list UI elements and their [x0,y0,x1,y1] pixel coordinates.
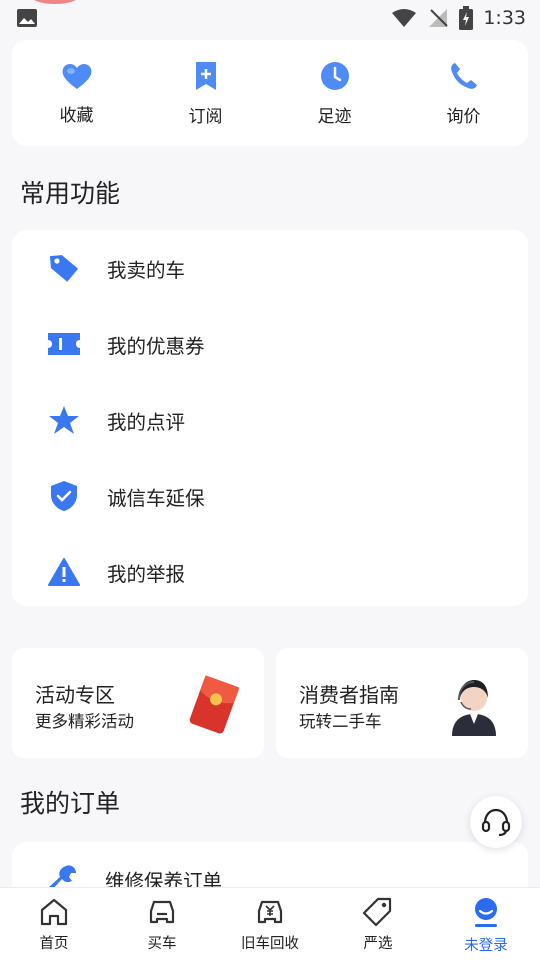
image-icon [17,9,37,27]
bottom-navigation: 首页 买车 旧车回收 严选 未登录 [0,887,540,960]
list-item-label: 我卖的车 [107,258,186,282]
list-item-label: 我的优惠券 [107,334,205,358]
customer-service-button[interactable] [470,796,522,848]
quick-actions-card: 收藏 订阅 足迹 询价 [12,40,528,146]
battery-charging-icon [459,6,474,30]
nav-label: 未登录 [464,938,508,954]
nav-profile[interactable]: 未登录 [432,888,540,955]
car-icon [149,900,175,924]
phone-icon [450,62,477,89]
quick-history[interactable]: 足迹 [280,60,390,127]
quick-label: 订阅 [188,106,223,127]
quick-label: 收藏 [59,105,94,126]
section-title-common: 常用功能 [20,179,121,208]
nav-selected[interactable]: 严选 [324,888,432,953]
list-item-label: 诚信车延保 [107,486,205,510]
nav-home[interactable]: 首页 [0,888,108,953]
quick-label: 询价 [446,106,481,127]
clock-time: 1:33 [483,7,526,29]
nav-label: 买车 [147,936,177,952]
list-item-reviews[interactable]: 我的点评 [12,382,528,458]
section-title-orders: 我的订单 [20,789,121,818]
quick-label: 足迹 [317,106,352,127]
bookmark-plus-icon [195,61,216,90]
promo-card-consumer-guide[interactable]: 消费者指南 玩转二手车 [276,648,528,758]
promo-subtitle: 玩转二手车 [299,712,382,731]
customer-service-avatar [452,680,496,736]
quick-subscribe[interactable]: 订阅 [151,60,261,127]
nav-label: 旧车回收 [241,936,299,952]
list-item-label: 我的点评 [107,410,186,434]
home-icon [40,898,68,926]
heart-icon [62,63,91,89]
car-recycle-icon [257,900,283,924]
quick-favorites[interactable]: 收藏 [22,61,132,126]
list-item-coupons[interactable]: 我的优惠券 [12,306,528,382]
headset-icon [481,808,511,837]
list-item-extended-warranty[interactable]: 诚信车延保 [12,458,528,534]
warning-icon [48,558,80,586]
nav-label: 首页 [39,936,69,952]
star-icon [49,406,79,434]
nav-car-recycle[interactable]: 旧车回收 [216,888,324,953]
list-item-report[interactable]: 我的举报 [12,534,528,610]
promo-subtitle: 更多精彩活动 [35,712,134,731]
quick-inquiry[interactable]: 询价 [409,60,519,127]
promo-title: 消费者指南 [299,683,399,707]
promo-card-activities[interactable]: 活动专区 更多精彩活动 [12,648,264,758]
nav-label: 严选 [363,936,393,952]
no-signal-icon [429,9,449,27]
clock-icon [320,61,349,90]
user-icon [475,898,497,927]
shield-check-icon [51,481,77,511]
red-envelope-icon [189,675,240,734]
list-item-label: 我的举报 [107,562,186,586]
common-functions-list: 我卖的车 我的优惠券 我的点评 诚信车延保 我的举报 [12,230,528,606]
status-bar: 1:33 [0,0,540,36]
tag-icon [49,255,79,282]
nav-buy-car[interactable]: 买车 [108,888,216,953]
list-item-my-sold-cars[interactable]: 我卖的车 [12,230,528,306]
wifi-icon [392,9,417,27]
promo-title: 活动专区 [35,683,115,707]
ticket-icon [48,333,80,355]
tag-outline-icon [362,897,392,927]
